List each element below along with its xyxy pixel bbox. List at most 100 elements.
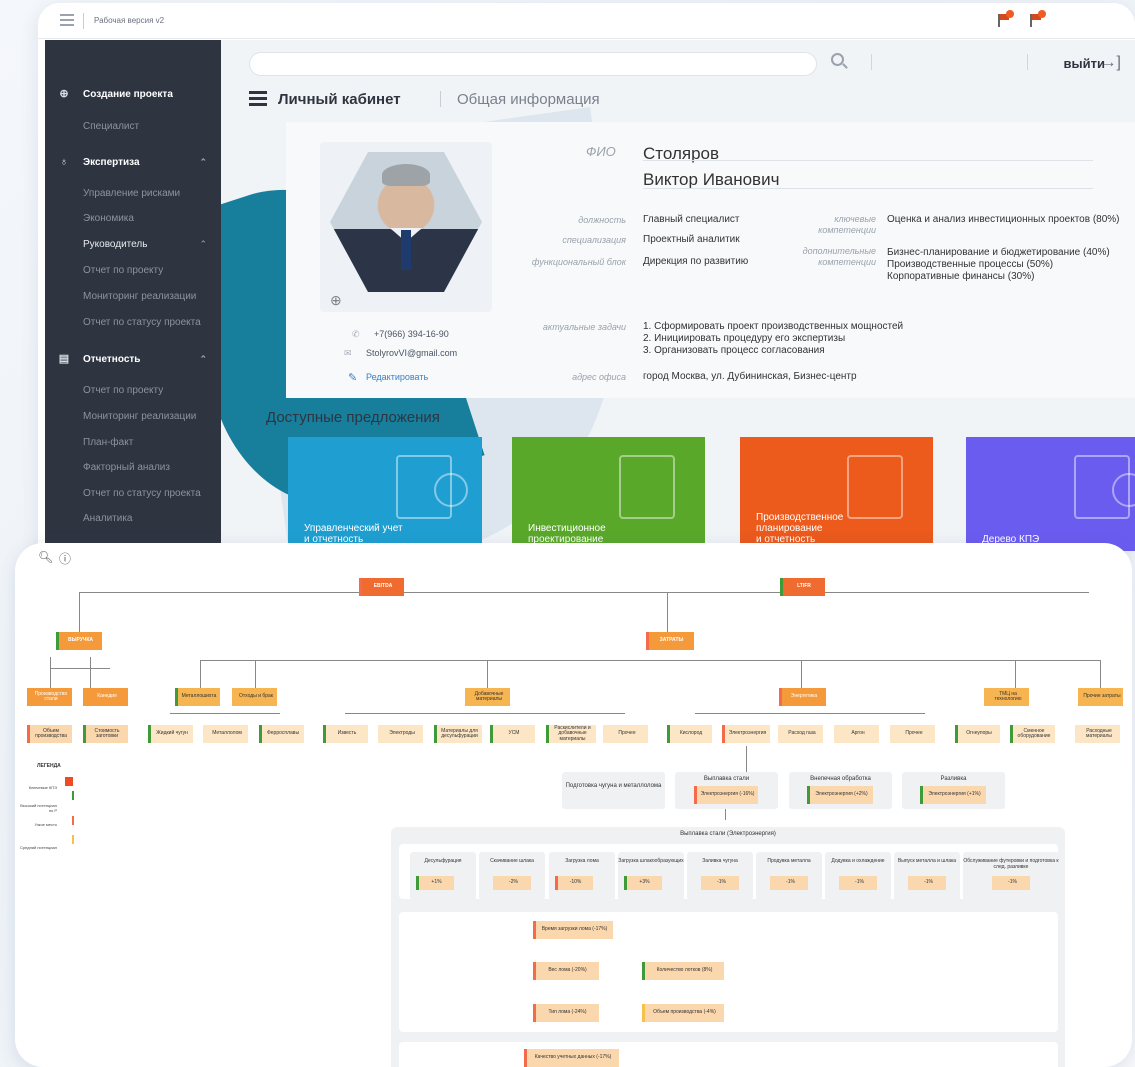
offers-title: Доступные предложения [266,409,440,426]
sidebar-item-analytics[interactable]: Аналитика [45,513,221,524]
node-scrap[interactable]: Металлолом [203,725,248,743]
op-lining-maintenance[interactable]: Обслуживание футеровки и подготовка к сл… [963,852,1059,900]
sidebar-item-risk[interactable]: Управление рисками [45,188,221,199]
stage-melting-item[interactable]: Электроэнергия (-16%) [694,786,758,804]
node-energy[interactable]: Энергетика [779,688,826,706]
op-title: Загрузка лома [565,858,599,864]
sidebar-item-project-report[interactable]: Отчет по проекту [45,265,221,276]
node-add-other[interactable]: Прочее [603,725,648,743]
op-hot-metal-pouring[interactable]: Заливка чугуна -1% [687,852,753,900]
block-value: Дирекция по развитию [643,256,749,267]
stage-secondary[interactable]: Внепечная обработка Электроэнергия (+2%) [789,772,892,809]
sidebar-item-monitoring[interactable]: Мониторинг реализации [45,291,221,302]
node-refractories[interactable]: Огнеупоры [955,725,1000,743]
offer-tile-kpi-tree[interactable]: Дерево КПЭ [966,437,1135,551]
hamburger-icon[interactable] [249,91,267,106]
node-ebitda[interactable]: EBITDA [359,578,404,596]
sidebar-item-expertise[interactable]: ♁ Экспертиза ⌃ [45,156,221,168]
sidebar-item-plan-fact[interactable]: План-факт [45,437,221,448]
edit-button[interactable]: ✎ Редактировать [348,372,428,384]
node-replaceable-equipment[interactable]: Сменное оборудование [1010,725,1055,743]
plus-circle-icon: ⊕ [59,88,69,100]
sidebar-item-monitoring-2[interactable]: Мониторинг реализации [45,411,221,422]
node-desulf-materials[interactable]: Материалы для десульфурации [434,725,482,743]
op-value: -1% [839,876,877,890]
stage-secondary-item[interactable]: Электроэнергия (+2%) [807,786,873,804]
zoom-in-icon[interactable]: ⊕ [330,292,342,309]
logout-button[interactable]: выйти [1064,56,1105,71]
node-metal-charge[interactable]: Металлошихта [175,688,220,706]
node-hot-metal[interactable]: Жидкий чугун [148,725,193,743]
node-steel-production[interactable]: Производство стали [27,688,72,706]
info-icon[interactable]: ⓘ [59,550,71,567]
factor-scrap-type[interactable]: Тип лома (-24%) [533,1004,599,1022]
offer-tile-management-accounting[interactable]: Управленческий учет и отчетность [288,437,482,551]
office-label: адрес офиса [572,372,626,382]
logout-icon[interactable]: →] [1101,54,1121,72]
stage-prep[interactable]: Подготовка чугуна и металлолома [562,772,665,809]
stage-melting[interactable]: Выплавка стали Электроэнергия (-16%) [675,772,778,809]
sidebar-item-create-project[interactable]: ⊕ Создание проекта [45,88,221,100]
node-lime[interactable]: Известь [323,725,368,743]
sidebar-item-economics[interactable]: Экономика [45,213,221,224]
node-waste[interactable]: Отходы и брак [232,688,277,706]
node-production-volume[interactable]: Объем производства [27,725,72,743]
factor-volume[interactable]: Объем производства (-4%) [642,1004,724,1022]
key-competence-value: Оценка и анализ инвестиционных проектов … [887,214,1120,225]
node-billet-cost[interactable]: Стоимость заготовки [83,725,128,743]
node-oxygen[interactable]: Кислород [667,725,712,743]
op-blowing[interactable]: Продувка металла -1% [756,852,822,900]
op-title: Додувка и охлаждение [831,858,885,864]
sidebar-item-status-report[interactable]: Отчет по статусу проекта [45,317,221,328]
node-electrodes[interactable]: Электроды [378,725,423,743]
node-argon[interactable]: Аргон [834,725,879,743]
node-additives[interactable]: Добавочные материалы [465,688,510,706]
node-energy-other[interactable]: Прочее [890,725,935,743]
node-usm[interactable]: УСМ [490,725,535,743]
op-tapping[interactable]: Выпуск металла и шлака -1% [894,852,960,900]
op-value: -10% [555,876,593,890]
chevron-up-icon: ⌃ [199,354,207,364]
node-gas[interactable]: Расход газа [778,725,823,743]
search-icon[interactable]: 🔍︎ [38,550,53,564]
op-slag-skimming[interactable]: Скачивание шлака -2% [479,852,545,900]
offer-tile-investment[interactable]: Инвестиционное проектирование [512,437,705,551]
breadcrumb-sub[interactable]: Общая информация [457,91,600,108]
sidebar-item-manager[interactable]: Руководитель ⌃ [45,239,221,250]
breadcrumb-main[interactable]: Личный кабинет [278,91,401,108]
notification-flag-icon[interactable] [995,10,1014,28]
task-2: 2. Инициировать процедуру его экспертизы [643,333,846,344]
divider [643,160,1093,161]
sidebar-item-reporting[interactable]: ▤ Отчетность ⌃ [45,353,221,365]
factor-data-quality[interactable]: Качество учетных данных (-17%) [524,1049,619,1067]
sidebar-item-project-report-2[interactable]: Отчет по проекту [45,385,221,396]
node-costs[interactable]: ЗАТРАТЫ [646,632,694,650]
node-electricity[interactable]: Электроэнергия [722,725,770,743]
node-ltifr[interactable]: LTIFR [780,578,825,596]
factor-scrap-weight[interactable]: Вес лома (-20%) [533,962,599,980]
op-desulfurization[interactable]: Десульфурация +1% [410,852,476,900]
op-reblow-cooling[interactable]: Додувка и охлаждение -1% [825,852,891,900]
alert-flag-icon[interactable] [1027,10,1046,28]
sidebar-item-status-report-2[interactable]: Отчет по статусу проекта [45,488,221,499]
node-tmc[interactable]: ТМЦ на технологию [984,688,1029,706]
node-kanediya[interactable]: Канедия [83,688,128,706]
op-scrap-loading[interactable]: Загрузка лома -10% [549,852,615,900]
node-other-costs[interactable]: Прочие затраты [1078,688,1123,706]
sidebar-item-factor-analysis[interactable]: Факторный анализ [45,462,221,473]
window-menu-icon[interactable] [60,14,74,26]
op-flux-loading[interactable]: Загрузка шлакообразующих +3% [618,852,684,900]
offer-tile-production-planning[interactable]: Производственное планирование и отчетнос… [740,437,933,551]
stage-casting[interactable]: Разливка Электроэнергия (+1%) [902,772,1005,809]
search-input[interactable] [249,52,817,76]
factor-trays[interactable]: Количество лотков (8%) [642,962,724,980]
node-revenue[interactable]: ВЫРУЧКА [56,632,102,650]
node-ferroalloys[interactable]: Ферросплавы [259,725,304,743]
sidebar-item-specialist[interactable]: Специалист [45,121,221,132]
node-consumables[interactable]: Расходные материалы [1075,725,1120,743]
title-bar: Рабочая версия v2 [38,3,1135,39]
search-icon[interactable] [831,53,849,71]
stage-casting-item[interactable]: Электроэнергия (+1%) [920,786,986,804]
node-deoxidizers[interactable]: Раскислители и добавочные материалы [546,725,596,743]
factor-load-time[interactable]: Время загрузки лома (-17%) [533,921,613,939]
